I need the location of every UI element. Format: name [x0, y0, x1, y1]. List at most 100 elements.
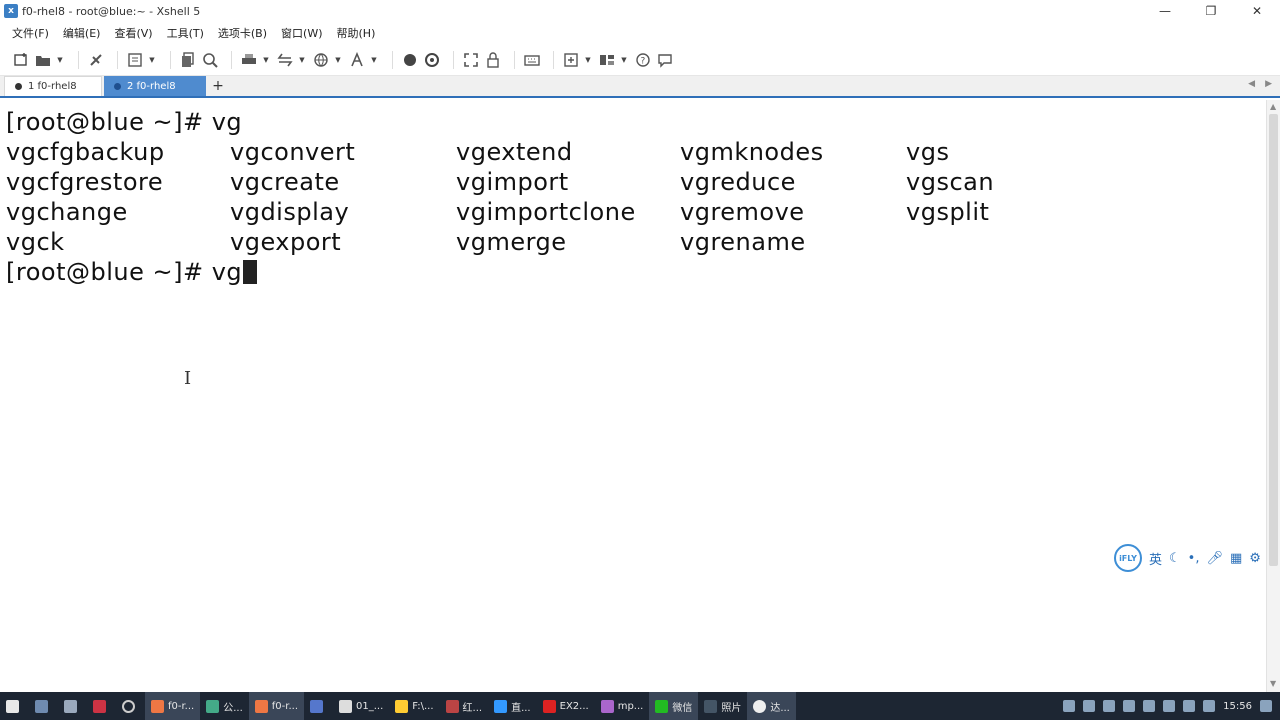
- menu-tabs[interactable]: 选项卡(B): [218, 25, 267, 41]
- tab-scroll-right-icon[interactable]: ▶: [1265, 79, 1272, 89]
- taskbar-item-xshell-2[interactable]: f0-r...: [248, 692, 305, 720]
- taskbar-item[interactable]: 公...: [200, 692, 249, 720]
- chat-icon[interactable]: [656, 51, 674, 69]
- taskbar-item[interactable]: EX2...: [537, 692, 595, 720]
- fullscreen-icon[interactable]: [462, 51, 480, 69]
- taskbar-item[interactable]: 01_...: [333, 692, 389, 720]
- clock[interactable]: 15:56: [1223, 701, 1252, 712]
- copy-icon[interactable]: [179, 51, 197, 69]
- start-button[interactable]: [0, 692, 29, 720]
- moon-icon[interactable]: ☾: [1169, 551, 1181, 566]
- find-icon[interactable]: [201, 51, 219, 69]
- restore-button[interactable]: ❐: [1188, 0, 1234, 22]
- bluetooth-icon[interactable]: [1103, 700, 1116, 712]
- settings-gear-icon[interactable]: ⚙: [1249, 551, 1261, 566]
- add-tab-icon[interactable]: [562, 51, 580, 69]
- punctuation-icon[interactable]: •,: [1188, 551, 1200, 566]
- menu-help[interactable]: 帮助(H): [337, 25, 376, 41]
- completion-item: vgreduce: [680, 168, 796, 196]
- completion-item: vgremove: [680, 198, 805, 226]
- tab-session-2[interactable]: 2 f0-rhel8: [104, 76, 206, 96]
- taskbar-item-photos[interactable]: 照片: [698, 692, 747, 720]
- open-dropdown-icon[interactable]: ▼: [56, 51, 64, 69]
- ime-logo[interactable]: iFLY: [1114, 544, 1142, 572]
- app-icon: [206, 699, 220, 713]
- taskbar-item[interactable]: [304, 692, 333, 720]
- ime-tray-icon[interactable]: [1183, 700, 1196, 712]
- terminal-scrollbar[interactable]: ▲ ▼: [1266, 100, 1280, 692]
- transfer-icon[interactable]: [276, 51, 294, 69]
- lock-icon[interactable]: [484, 51, 502, 69]
- completion-item: vgcreate: [230, 168, 340, 196]
- ime-toolbar: iFLY 英 ☾ •, 🎤︎ ▦ ⚙: [1114, 544, 1274, 572]
- menu-edit[interactable]: 编辑(E): [63, 25, 101, 41]
- task-view-button[interactable]: [29, 692, 58, 720]
- properties-icon[interactable]: [126, 51, 144, 69]
- menu-window[interactable]: 窗口(W): [281, 25, 322, 41]
- layout-icon[interactable]: [598, 51, 616, 69]
- taskbar-item-wechat[interactable]: 微信: [649, 692, 699, 720]
- toolbar-separator: [78, 50, 79, 69]
- print-dropdown-icon[interactable]: ▼: [262, 51, 270, 69]
- new-session-icon[interactable]: [12, 51, 30, 69]
- minimize-button[interactable]: —: [1142, 0, 1188, 22]
- layout-dropdown-icon[interactable]: ▼: [620, 51, 628, 69]
- network-icon[interactable]: [1143, 700, 1156, 712]
- completion-item: vgck: [6, 228, 65, 256]
- tray-icon[interactable]: [1063, 700, 1076, 712]
- menu-view[interactable]: 查看(V): [114, 25, 152, 41]
- connect-icon[interactable]: [87, 51, 105, 69]
- terminal-area[interactable]: [root@blue ~]# vg vgcfgbackup vgconvert …: [0, 100, 1266, 692]
- tab-session-1[interactable]: 1 f0-rhel8: [4, 76, 102, 96]
- pinned-app-button[interactable]: [58, 692, 87, 720]
- grid-app-icon: [64, 699, 77, 713]
- taskbar-item[interactable]: F:\...: [389, 692, 439, 720]
- taskbar-item-label: 微信: [672, 702, 693, 714]
- help-icon[interactable]: ?: [634, 51, 652, 69]
- tray-icon[interactable]: [1083, 700, 1096, 712]
- ime-mode-indicator[interactable]: 英: [1149, 549, 1162, 568]
- taskbar-item[interactable]: 直...: [488, 692, 537, 720]
- taskbar-item[interactable]: mp...: [595, 692, 650, 720]
- completion-item: vgscan: [906, 168, 995, 196]
- font-icon[interactable]: [348, 51, 366, 69]
- scroll-up-icon[interactable]: ▲: [1270, 102, 1276, 111]
- open-folder-icon[interactable]: [34, 51, 52, 69]
- pinned-app-button[interactable]: [87, 692, 116, 720]
- taskbar-item[interactable]: 达...: [747, 692, 796, 720]
- toolbar-separator: [553, 50, 554, 69]
- new-tab-button[interactable]: +: [208, 76, 228, 96]
- terminal-input-line[interactable]: [root@blue ~]# vg: [6, 257, 258, 287]
- properties-dropdown-icon[interactable]: ▼: [148, 51, 156, 69]
- session-status-icon: [15, 83, 22, 90]
- toolbar-separator: [231, 50, 232, 69]
- globe-icon[interactable]: [312, 51, 330, 69]
- scrollbar-thumb[interactable]: [1269, 114, 1278, 566]
- add-tab-dropdown-icon[interactable]: ▼: [584, 51, 592, 69]
- transfer-dropdown-icon[interactable]: ▼: [298, 51, 306, 69]
- menu-file[interactable]: 文件(F): [12, 25, 49, 41]
- font-dropdown-icon[interactable]: ▼: [370, 51, 378, 69]
- xmanager-icon[interactable]: [423, 51, 441, 69]
- notification-icon[interactable]: [1203, 700, 1216, 712]
- action-center-icon[interactable]: [1260, 700, 1272, 712]
- close-button[interactable]: ✕: [1234, 0, 1280, 22]
- scroll-down-icon[interactable]: ▼: [1270, 679, 1276, 688]
- tab-scroll-left-icon[interactable]: ◀: [1248, 79, 1255, 89]
- taskbar-item-xshell-1[interactable]: f0-r...: [145, 692, 201, 720]
- print-icon[interactable]: [240, 51, 258, 69]
- app-icon: [753, 699, 767, 713]
- xftp-icon[interactable]: [401, 51, 419, 69]
- completion-item: vgsplit: [906, 198, 990, 226]
- shield-icon[interactable]: [1123, 700, 1136, 712]
- cortana-button[interactable]: [116, 692, 145, 720]
- globe-dropdown-icon[interactable]: ▼: [334, 51, 342, 69]
- tab-scroll-controls: ◀ ▶: [1248, 79, 1272, 89]
- volume-icon[interactable]: [1163, 700, 1176, 712]
- taskbar-item[interactable]: 红...: [440, 692, 489, 720]
- menu-tools[interactable]: 工具(T): [167, 25, 204, 41]
- keyboard-icon[interactable]: [523, 51, 541, 69]
- keyboard-icon[interactable]: ▦: [1230, 551, 1242, 566]
- completion-item: vgcfgbackup: [6, 138, 165, 166]
- microphone-icon[interactable]: 🎤︎: [1206, 551, 1223, 566]
